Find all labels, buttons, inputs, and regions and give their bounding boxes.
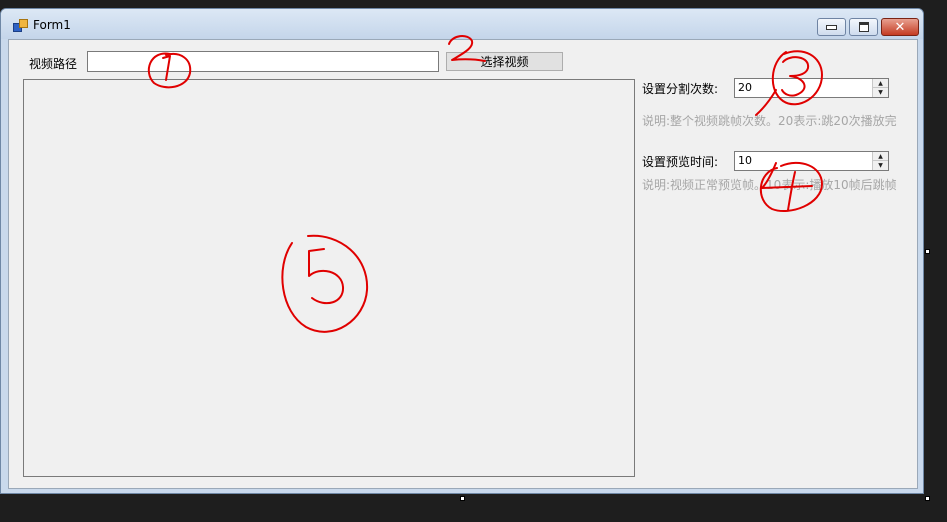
title-bar[interactable]: Form1 ✕	[1, 9, 923, 39]
close-button[interactable]: ✕	[881, 18, 919, 36]
form-window: Form1 ✕ 视频路径 选择视频 设置分割次数: 20 ▲ ▼ 说明:整个视频…	[0, 8, 924, 494]
split-count-hint: 说明:整个视频跳帧次数。20表示:跳20次播放完	[642, 114, 897, 128]
preview-time-hint: 说明:视频正常预览帧。10表示:播放10帧后跳帧	[642, 178, 897, 192]
spin-down-icon[interactable]: ▼	[873, 88, 888, 97]
maximize-button[interactable]	[849, 18, 878, 36]
resize-handle-bottom[interactable]	[460, 496, 465, 501]
video-path-label: 视频路径	[29, 57, 78, 71]
close-icon: ✕	[894, 19, 906, 35]
app-icon	[13, 19, 28, 32]
spin-up-icon[interactable]: ▲	[873, 79, 888, 88]
video-path-input[interactable]	[87, 51, 439, 72]
video-preview-panel[interactable]	[23, 79, 635, 477]
window-title: Form1	[33, 18, 71, 32]
minimize-button[interactable]	[817, 18, 846, 36]
select-video-button[interactable]: 选择视频	[446, 52, 563, 71]
preview-time-value[interactable]: 10	[738, 154, 752, 167]
form-client-area: 视频路径 选择视频 设置分割次数: 20 ▲ ▼ 说明:整个视频跳帧次数。20表…	[8, 39, 918, 489]
resize-handle-right[interactable]	[925, 249, 930, 254]
spin-up-icon[interactable]: ▲	[873, 152, 888, 161]
preview-time-stepper[interactable]: 10 ▲ ▼	[734, 151, 889, 171]
minimize-icon	[826, 24, 837, 30]
split-count-value[interactable]: 20	[738, 81, 752, 94]
maximize-icon	[858, 22, 869, 32]
resize-handle-corner[interactable]	[925, 496, 930, 501]
split-count-label: 设置分割次数:	[642, 82, 719, 96]
spin-down-icon[interactable]: ▼	[873, 161, 888, 170]
preview-time-label: 设置预览时间:	[642, 155, 719, 169]
split-count-stepper[interactable]: 20 ▲ ▼	[734, 78, 889, 98]
